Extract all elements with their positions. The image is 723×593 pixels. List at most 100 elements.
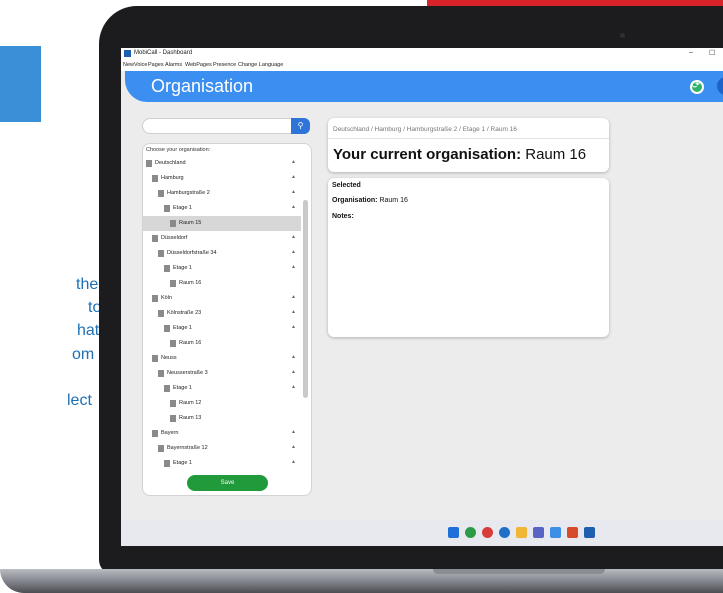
current-organisation-value: Raum 16: [525, 146, 587, 163]
divider: [328, 138, 609, 139]
collapse-icon[interactable]: ▲: [291, 309, 296, 315]
mobicall-icon[interactable]: [584, 527, 595, 538]
building-icon: [170, 340, 176, 347]
collapse-icon[interactable]: ▲: [291, 354, 296, 360]
menu-item-pages[interactable]: Pages: [148, 62, 164, 68]
tree-item[interactable]: Kölnstraße 23 ▲: [143, 306, 301, 321]
tree-item[interactable]: Etage 1 ▲: [143, 381, 301, 396]
menu-item-change-language[interactable]: Change Language: [238, 62, 283, 68]
collapse-icon[interactable]: ▲: [291, 189, 296, 195]
tree-item[interactable]: Köln ▲: [143, 291, 301, 306]
tree-item-label: Raum 16: [179, 340, 202, 346]
tree-item[interactable]: Etage 1 ▲: [143, 456, 301, 471]
collapse-icon[interactable]: ▲: [291, 429, 296, 435]
side-text-line: hat: [77, 322, 100, 339]
tree-item-label: Etage 1: [173, 460, 192, 466]
minimize-icon[interactable]: –: [689, 49, 693, 56]
teams-icon[interactable]: [533, 527, 544, 538]
laptop-base: [0, 569, 723, 593]
notes-label: Notes:: [332, 213, 354, 220]
collapse-icon[interactable]: ▲: [291, 174, 296, 180]
camera-icon: [620, 33, 625, 38]
tree-item-label: Düsseldorfstraße 34: [167, 250, 217, 256]
taskbar: [121, 520, 723, 546]
organisation-panel: ⚲ Choose your organisation: Deutschland ▲…: [142, 118, 312, 496]
collapse-icon[interactable]: ▲: [291, 204, 296, 210]
building-icon: [164, 385, 170, 392]
tree-scrollbar[interactable]: [303, 186, 308, 446]
search-icon: ⚲: [297, 121, 304, 130]
tree-item[interactable]: Bayern ▲: [143, 426, 301, 441]
collapse-icon[interactable]: ▲: [291, 459, 296, 465]
building-icon: [164, 460, 170, 467]
settings-icon[interactable]: [499, 527, 510, 538]
collapse-icon[interactable]: ▲: [291, 384, 296, 390]
breadcrumb: Deutschland / Hamburg / Hamburgstraße 2 …: [333, 126, 517, 133]
tree-item[interactable]: Etage 1 ▲: [143, 201, 301, 216]
tree-item-label: Hamburg: [161, 175, 184, 181]
tree-item[interactable]: Hamburg ▲: [143, 171, 301, 186]
opera-icon[interactable]: [482, 527, 493, 538]
organisation-detail-value: Raum 16: [379, 197, 408, 204]
building-icon: [152, 295, 158, 302]
avatar[interactable]: [717, 77, 723, 95]
tree-item[interactable]: Düsseldorf ▲: [143, 231, 301, 246]
collapse-icon[interactable]: ▲: [291, 444, 296, 450]
tree-item[interactable]: Etage 1 ▲: [143, 261, 301, 276]
tree-item[interactable]: Raum 13: [143, 411, 301, 426]
mobicall-logo-icon: [124, 50, 131, 57]
page-header: Organisation ⟳: [125, 71, 723, 102]
tree-item[interactable]: Raum 16: [143, 276, 301, 291]
collapse-icon[interactable]: ▲: [291, 324, 296, 330]
current-organisation-heading: Your current organisation: Raum 16: [333, 146, 586, 163]
chrome-icon[interactable]: [465, 527, 476, 538]
save-button[interactable]: Save: [187, 475, 268, 491]
tree-item-label: Etage 1: [173, 205, 192, 211]
building-icon: [152, 235, 158, 242]
tree-item-label: Bayernstraße 12: [167, 445, 208, 451]
collapse-icon[interactable]: ▲: [291, 234, 296, 240]
menu-item-alarms[interactable]: Alarms: [165, 62, 182, 68]
collapse-icon[interactable]: ▲: [291, 264, 296, 270]
tree-item[interactable]: Raum 15: [143, 216, 301, 231]
building-icon: [170, 400, 176, 407]
collapse-icon[interactable]: ▲: [291, 369, 296, 375]
tree-heading: Choose your organisation:: [146, 147, 211, 153]
tree-item[interactable]: Raum 16: [143, 336, 301, 351]
file-explorer-icon[interactable]: [516, 527, 527, 538]
tree-item[interactable]: Bayernstraße 12 ▲: [143, 441, 301, 456]
menu-item-presence[interactable]: Presence: [213, 62, 236, 68]
window-title: MobiCall - Dashboard: [134, 50, 193, 56]
tree-item-label: Raum 16: [179, 280, 202, 286]
refresh-icon[interactable]: ⟳: [691, 78, 700, 91]
side-text-line: lect: [67, 392, 92, 409]
tree-item[interactable]: Neusserstraße 3 ▲: [143, 366, 301, 381]
building-icon: [170, 220, 176, 227]
tree-item[interactable]: Düsseldorfstraße 34 ▲: [143, 246, 301, 261]
tree-item-label: Etage 1: [173, 385, 192, 391]
menu-item-newvoice[interactable]: NewVoice: [123, 62, 147, 68]
maximize-icon[interactable]: ☐: [709, 49, 715, 57]
tree-item[interactable]: Raum 12: [143, 396, 301, 411]
windows-start-icon[interactable]: [448, 527, 459, 538]
search-button[interactable]: ⚲: [291, 118, 310, 134]
tree-item-label: Kölnstraße 23: [167, 310, 202, 316]
selected-heading: Selected: [332, 182, 361, 189]
tree-item[interactable]: Deutschland ▲: [143, 156, 301, 171]
collapse-icon[interactable]: ▲: [291, 249, 296, 255]
tree-item[interactable]: Hamburgstraße 2 ▲: [143, 186, 301, 201]
notepad-icon[interactable]: [550, 527, 561, 538]
office-icon[interactable]: [567, 527, 578, 538]
tree-item-label: Hamburgstraße 2: [167, 190, 210, 196]
collapse-icon[interactable]: ▲: [291, 294, 296, 300]
menu-item-webpages[interactable]: WebPages: [185, 62, 212, 68]
tree-item[interactable]: Neuss ▲: [143, 351, 301, 366]
search-input[interactable]: [142, 118, 293, 134]
app-screen: MobiCall - Dashboard – ☐ NewVoice Pages …: [121, 48, 723, 546]
building-icon: [164, 265, 170, 272]
menu-bar: NewVoice Pages Alarms WebPages Presence …: [121, 60, 723, 71]
collapse-icon[interactable]: ▲: [291, 159, 296, 165]
scrollbar-thumb[interactable]: [303, 200, 308, 398]
tree-item[interactable]: Etage 1 ▲: [143, 321, 301, 336]
building-icon: [152, 175, 158, 182]
